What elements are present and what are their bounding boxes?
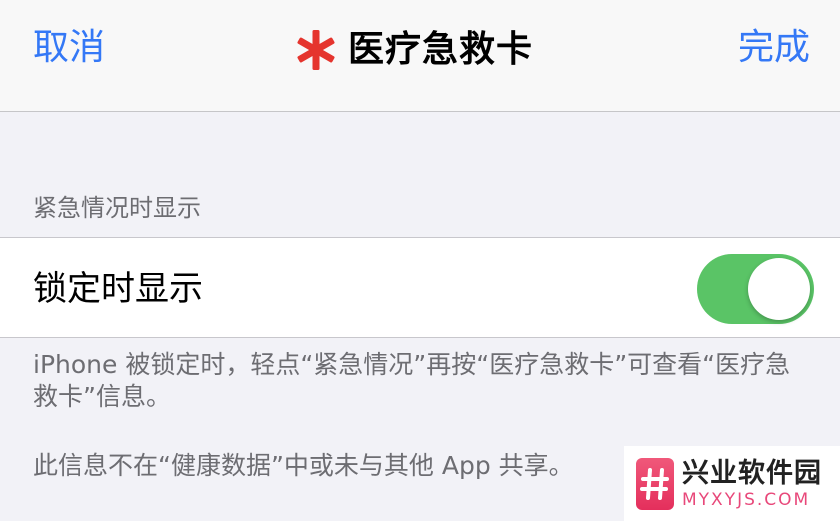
watermark-logo-icon xyxy=(636,457,674,510)
section-header: 紧急情况时显示 xyxy=(33,194,201,222)
nav-title-group: 医疗急救卡 xyxy=(294,26,533,74)
privacy-note: 此信息不在“健康数据”中或未与其他 App 共享。 xyxy=(33,451,574,480)
watermark: 兴业软件园 MYXYJS.COM xyxy=(624,446,840,521)
navigation-bar: 取消 医疗急救卡 完成 xyxy=(0,0,840,112)
watermark-text: 兴业软件园 MYXYJS.COM xyxy=(682,458,822,510)
toggle-knob xyxy=(748,258,810,320)
done-button[interactable]: 完成 xyxy=(738,26,810,70)
show-when-locked-row: 锁定时显示 xyxy=(0,237,840,338)
watermark-url: MYXYJS.COM xyxy=(682,489,811,510)
page-title: 医疗急救卡 xyxy=(348,29,534,70)
section-footer-note: iPhone 被锁定时，轻点“紧急情况”再按“医疗急救卡”可查看“医疗急救卡”信… xyxy=(33,350,791,411)
watermark-name: 兴业软件园 xyxy=(682,457,822,489)
medical-star-icon xyxy=(297,30,335,70)
cancel-button[interactable]: 取消 xyxy=(33,26,105,70)
show-when-locked-toggle[interactable] xyxy=(697,254,814,324)
show-when-locked-label: 锁定时显示 xyxy=(33,269,203,309)
hash-icon xyxy=(640,467,669,500)
